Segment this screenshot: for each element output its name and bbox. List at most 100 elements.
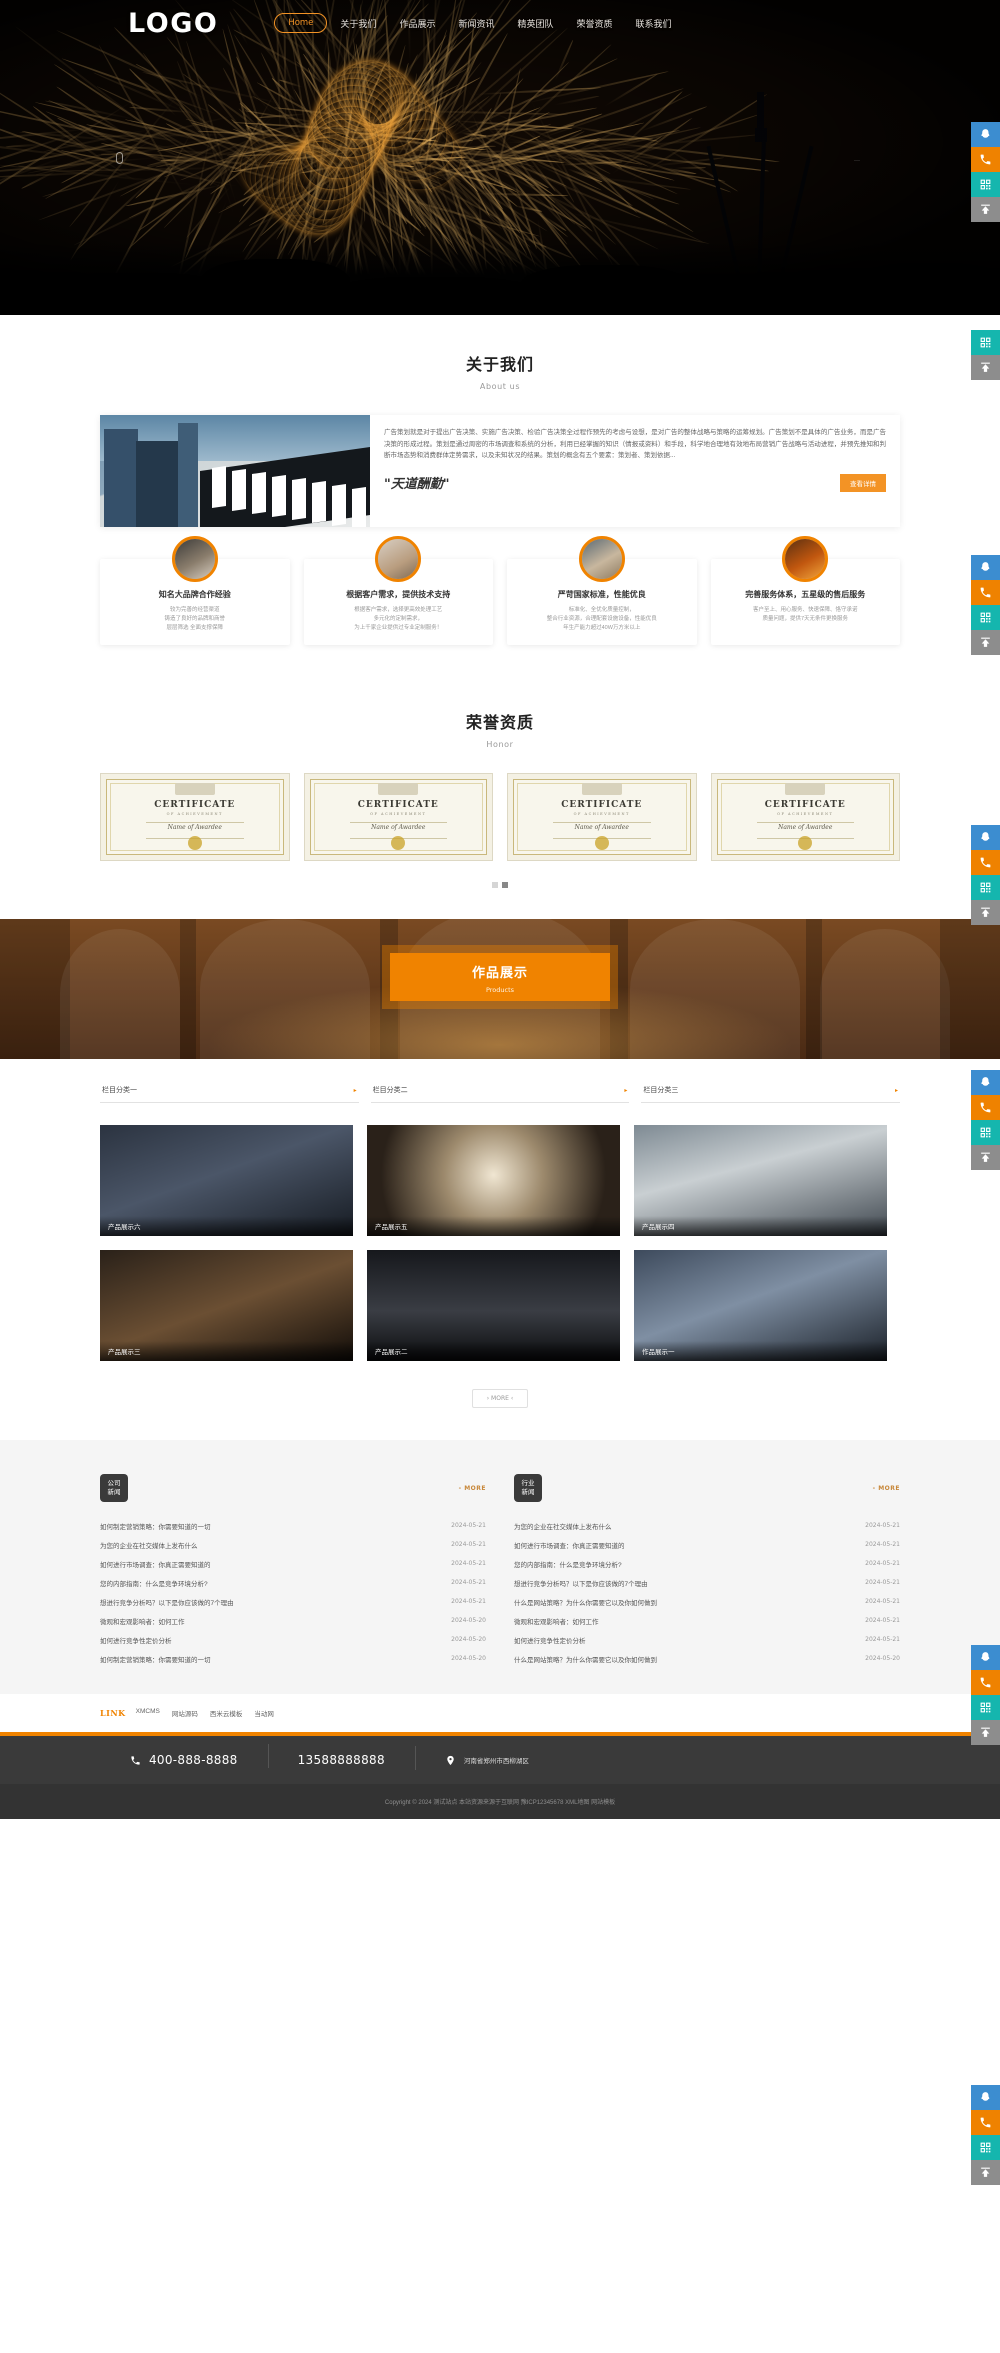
- certificate-3[interactable]: CERTIFICATE OF ACHIEVEMENT Name of Awardee: [710, 773, 900, 861]
- news-item[interactable]: 如何进行市场调查：你真正需要知道的 2024-05-21: [514, 1535, 900, 1554]
- back-to-top-icon[interactable]: [971, 355, 1000, 380]
- news-item-date: 2024-05-20: [451, 1655, 486, 1662]
- qrcode-icon[interactable]: [971, 875, 1000, 900]
- news-more-link[interactable]: - MORE: [873, 1485, 900, 1492]
- side-toolbar-2: [971, 330, 1000, 380]
- news-item[interactable]: 您的内部指南：什么是竞争环境分析? 2024-05-21: [100, 1573, 486, 1592]
- about-slogan: "天道酬勤": [384, 476, 450, 492]
- feature-card-2[interactable]: 严苛国家标准，性能优良 标准化、全优化质量控制， 整合行业资源，合理配套设施设备，性…: [507, 536, 697, 645]
- nav-item-2[interactable]: 作品展示: [389, 12, 445, 35]
- nav-item-0[interactable]: Home: [274, 13, 328, 33]
- qq-icon[interactable]: [971, 1070, 1000, 1095]
- carousel-dot-0[interactable]: [492, 882, 498, 888]
- certificate-title: CERTIFICATE: [357, 800, 439, 810]
- phone-icon[interactable]: [971, 2110, 1000, 2135]
- qq-icon[interactable]: [971, 555, 1000, 580]
- certificate-ribbon: [174, 783, 215, 795]
- friendly-link-1[interactable]: 网站源码: [172, 1708, 198, 1718]
- news-column-1: 行业 新闻 - MORE 为您的企业在社交媒体上发布什么 2024-05-21 如何进行市…: [514, 1474, 900, 1668]
- news-item-title: 如何进行市场调查：你真正需要知道的: [100, 1561, 211, 1569]
- product-tab-1[interactable]: 栏目分类二 ▸: [370, 1085, 630, 1103]
- footer-address: 河南省郑州市西柳湖区: [414, 1745, 559, 1770]
- carousel-dots: [100, 875, 900, 893]
- back-to-top-icon[interactable]: [971, 630, 1000, 655]
- friendly-link-2[interactable]: 西米云模板: [210, 1708, 243, 1718]
- product-card-3[interactable]: 产品展示三: [100, 1250, 353, 1361]
- feature-card-3[interactable]: 完善服务体系，五星级的售后服务 客户至上、用心服务、快速保障、恪守承诺 质量问题，提…: [710, 536, 900, 645]
- back-to-top-icon[interactable]: [971, 197, 1000, 222]
- nav-item-5[interactable]: 荣誉资质: [566, 12, 622, 35]
- product-tab-0[interactable]: 栏目分类一 ▸: [100, 1085, 359, 1103]
- phone-icon[interactable]: [971, 1095, 1000, 1120]
- news-item-date: 2024-05-21: [865, 1636, 900, 1643]
- news-item-title: 如何进行竞争性定价分析: [514, 1637, 586, 1645]
- qq-icon[interactable]: [971, 825, 1000, 850]
- news-item[interactable]: 如何进行竞争性定价分析 2024-05-20: [100, 1630, 486, 1649]
- products-banner-subtitle: Products: [485, 986, 515, 994]
- news-item[interactable]: 什么是网站策略？为什么你需要它以及你如何做到 2024-05-20: [514, 1649, 900, 1668]
- back-to-top-icon[interactable]: [971, 1720, 1000, 1745]
- news-item[interactable]: 微观和宏观影响者：如何工作 2024-05-20: [100, 1611, 486, 1630]
- site-logo[interactable]: LOGO: [128, 8, 218, 39]
- friendly-link-0[interactable]: XMCMS: [136, 1708, 160, 1718]
- feature-line: 多元化的定制需求，: [373, 616, 423, 622]
- footer-phone-secondary[interactable]: 13588888888: [267, 1744, 415, 1768]
- news-item[interactable]: 如何制定营销策略：你需要知道的一切 2024-05-21: [100, 1516, 486, 1535]
- qrcode-icon[interactable]: [971, 172, 1000, 197]
- feature-title: 知名大品牌合作经验: [158, 590, 231, 599]
- phone-icon[interactable]: [971, 580, 1000, 605]
- qq-icon[interactable]: [971, 122, 1000, 147]
- news-item[interactable]: 如何制定营销策略：你需要知道的一切 2024-05-20: [100, 1649, 486, 1668]
- products-section: 栏目分类一 ▸ 栏目分类二 ▸ 栏目分类三 ▸ 产品展示六 产品展示五 产品展示四产品展示三产…: [0, 1059, 1000, 1440]
- qq-icon[interactable]: [971, 2085, 1000, 2110]
- friendly-link-3[interactable]: 当动网: [254, 1708, 274, 1718]
- news-item[interactable]: 什么是网站策略？为什么你需要它以及你如何做到 2024-05-21: [514, 1592, 900, 1611]
- certificate-1[interactable]: CERTIFICATE OF ACHIEVEMENT Name of Awardee: [303, 773, 493, 861]
- certificate-2[interactable]: CERTIFICATE OF ACHIEVEMENT Name of Awardee: [507, 773, 697, 861]
- product-more-button[interactable]: › MORE ‹: [471, 1389, 529, 1408]
- product-card-1[interactable]: 产品展示五: [367, 1125, 620, 1236]
- product-card-0[interactable]: 产品展示六: [100, 1125, 353, 1236]
- nav-item-4[interactable]: 精英团队: [507, 12, 563, 35]
- qrcode-icon[interactable]: [971, 1120, 1000, 1145]
- news-item[interactable]: 想进行竞争分析吗？以下是你应该做的7个理由 2024-05-21: [514, 1573, 900, 1592]
- product-tab-2[interactable]: 栏目分类三 ▸: [641, 1085, 901, 1103]
- footer-phone-primary-value: 400-888-8888: [149, 1753, 238, 1767]
- phone-icon[interactable]: [971, 850, 1000, 875]
- phone-icon[interactable]: [971, 1670, 1000, 1695]
- certificate-0[interactable]: CERTIFICATE OF ACHIEVEMENT Name of Awardee: [100, 773, 290, 861]
- carousel-dot-1[interactable]: [502, 882, 508, 888]
- news-item[interactable]: 如何进行市场调查：你真正需要知道的 2024-05-21: [100, 1554, 486, 1573]
- news-item-date: 2024-05-21: [451, 1560, 486, 1567]
- qq-icon[interactable]: [971, 1645, 1000, 1670]
- news-columns: 公司 新闻 - MORE 如何制定营销策略：你需要知道的一切 2024-05-21 为您的…: [100, 1474, 900, 1668]
- news-item[interactable]: 想进行竞争分析吗？以下是你应该做的7个理由 2024-05-21: [100, 1592, 486, 1611]
- qrcode-icon[interactable]: [971, 1695, 1000, 1720]
- feature-card-0[interactable]: 知名大品牌合作经验 较为完善的经营渠道 铸造了良好的品牌和商誉 层层筛选 全面支撑保障: [100, 536, 290, 645]
- phone-icon[interactable]: [971, 147, 1000, 172]
- news-item[interactable]: 为您的企业在社交媒体上发布什么 2024-05-21: [100, 1535, 486, 1554]
- back-to-top-icon[interactable]: [971, 1145, 1000, 1170]
- product-card-2[interactable]: 产品展示四: [634, 1125, 887, 1236]
- location-pin-icon: [447, 1755, 454, 1765]
- qrcode-icon[interactable]: [971, 2135, 1000, 2160]
- news-item[interactable]: 您的内部指南：什么是竞争环境分析? 2024-05-21: [514, 1554, 900, 1573]
- nav-item-1[interactable]: 关于我们: [330, 12, 386, 35]
- footer-phone-primary[interactable]: 400-888-8888: [100, 1753, 268, 1767]
- news-item[interactable]: 为您的企业在社交媒体上发布什么 2024-05-21: [514, 1516, 900, 1535]
- qrcode-icon[interactable]: [971, 330, 1000, 355]
- feature-title: 严苛国家标准，性能优良: [557, 590, 646, 599]
- back-to-top-icon[interactable]: [971, 900, 1000, 925]
- back-to-top-icon[interactable]: [971, 2160, 1000, 2185]
- qrcode-icon[interactable]: [971, 605, 1000, 630]
- nav-item-6[interactable]: 联系我们: [626, 12, 682, 35]
- about-detail-button[interactable]: 查看详情: [840, 473, 886, 492]
- news-item[interactable]: 如何进行竞争性定价分析 2024-05-21: [514, 1630, 900, 1649]
- feature-card-1[interactable]: 根据客户需求，提供技术支持 根据客户需求，选择更高效处理工艺 多元化的定制需求， 为上…: [303, 536, 493, 645]
- product-card-5[interactable]: 作品展示一: [634, 1250, 887, 1361]
- product-card-4[interactable]: 产品展示二: [367, 1250, 620, 1361]
- news-more-link[interactable]: - MORE: [459, 1485, 486, 1492]
- news-item[interactable]: 微观和宏观影响者：如何工作 2024-05-21: [514, 1611, 900, 1630]
- news-item-title: 如何进行竞争性定价分析: [100, 1637, 172, 1645]
- nav-item-3[interactable]: 新闻资讯: [448, 12, 504, 35]
